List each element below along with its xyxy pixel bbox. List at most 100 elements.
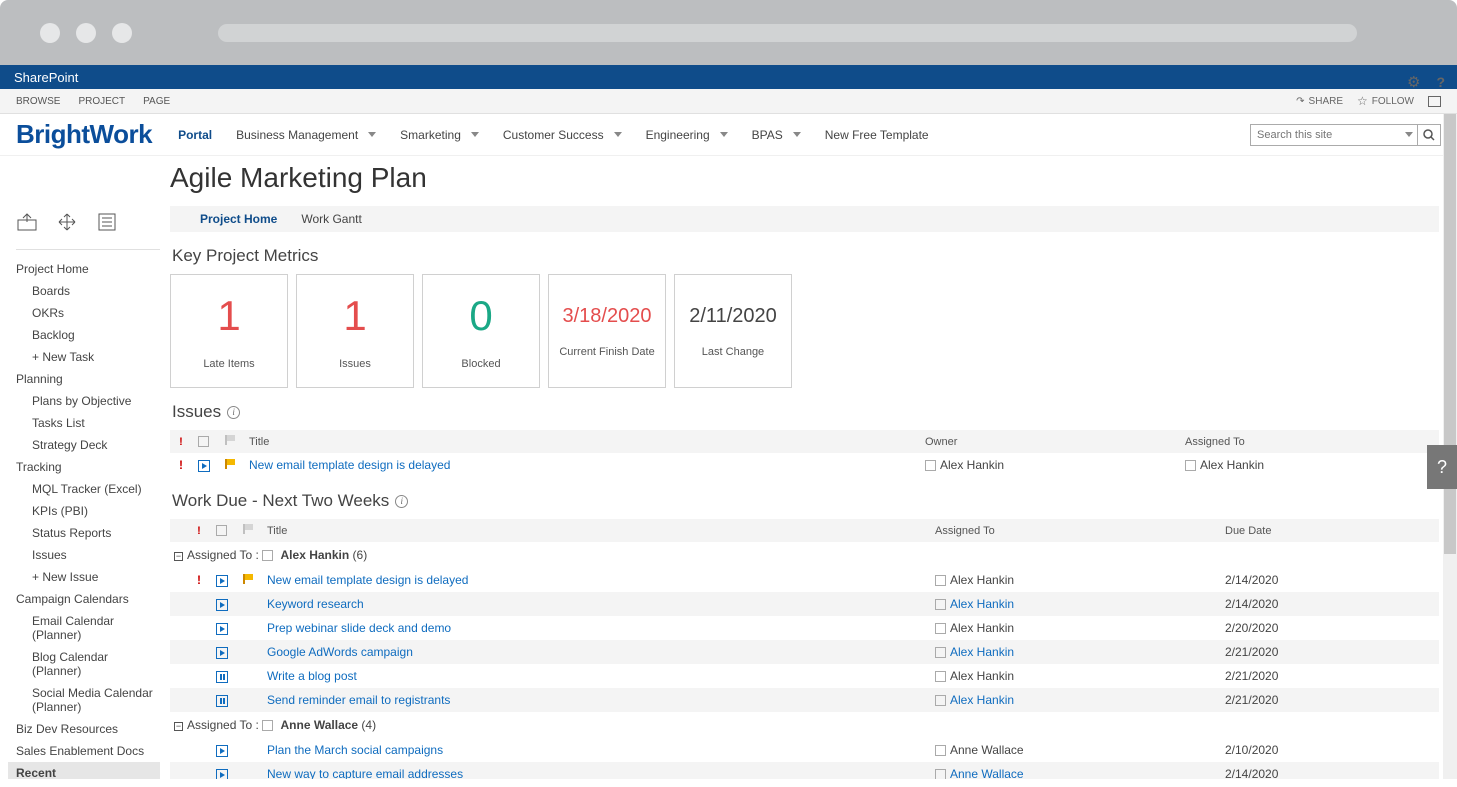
follow-button[interactable]: ☆FOLLOW bbox=[1357, 94, 1414, 108]
ribbon-tab-browse[interactable]: BROWSE bbox=[16, 96, 60, 107]
assigned-link[interactable]: Alex Hankin bbox=[950, 645, 1014, 659]
nav-item[interactable]: Portal bbox=[178, 128, 212, 142]
subtab[interactable]: Work Gantt bbox=[301, 212, 361, 226]
checkbox[interactable] bbox=[935, 575, 946, 586]
ribbon-tab-page[interactable]: PAGE bbox=[143, 96, 170, 107]
sidenav-item[interactable]: Tracking bbox=[16, 456, 160, 478]
nav-item[interactable]: Customer Success bbox=[503, 128, 622, 142]
work-row[interactable]: Prep webinar slide deck and demoAlex Han… bbox=[170, 616, 1439, 640]
brand-logo[interactable]: BrightWork bbox=[16, 119, 152, 150]
checkbox[interactable] bbox=[925, 460, 936, 471]
sidenav-item[interactable]: Blog Calendar (Planner) bbox=[16, 646, 160, 682]
select-all-checkbox[interactable] bbox=[216, 525, 227, 536]
search-button[interactable] bbox=[1418, 129, 1440, 141]
info-icon[interactable]: i bbox=[227, 406, 240, 419]
sidenav-item[interactable]: KPIs (PBI) bbox=[16, 500, 160, 522]
metric-card[interactable]: 1Issues bbox=[296, 274, 414, 388]
sidenav-item[interactable]: Email Calendar (Planner) bbox=[16, 610, 160, 646]
col-assigned[interactable]: Assigned To bbox=[1179, 430, 1439, 453]
sidenav-item[interactable]: Status Reports bbox=[16, 522, 160, 544]
sidenav-item[interactable]: + New Task bbox=[16, 346, 160, 368]
focus-button[interactable] bbox=[1428, 96, 1441, 107]
suite-title[interactable]: SharePoint bbox=[14, 70, 78, 85]
upload-icon[interactable] bbox=[16, 212, 38, 235]
nav-item[interactable]: New Free Template bbox=[825, 128, 929, 142]
list-icon[interactable] bbox=[96, 212, 118, 235]
sidenav-item[interactable]: MQL Tracker (Excel) bbox=[16, 478, 160, 500]
search-box[interactable] bbox=[1250, 124, 1441, 146]
subtab[interactable]: Project Home bbox=[200, 212, 277, 226]
col-assigned[interactable]: Assigned To bbox=[929, 519, 1219, 542]
work-row[interactable]: Plan the March social campaignsAnne Wall… bbox=[170, 738, 1439, 762]
checkbox[interactable] bbox=[262, 720, 273, 731]
priority-header-icon[interactable]: ! bbox=[176, 436, 186, 448]
sidenav-item[interactable]: Recent bbox=[8, 762, 160, 779]
col-title[interactable]: Title bbox=[243, 430, 919, 453]
sidenav-item[interactable]: Social Media Calendar (Planner) bbox=[16, 682, 160, 718]
sidenav-item[interactable]: Strategy Deck bbox=[16, 434, 160, 456]
work-title-link[interactable]: Write a blog post bbox=[267, 669, 357, 683]
search-input[interactable] bbox=[1251, 127, 1401, 143]
col-title[interactable]: Title bbox=[261, 519, 929, 542]
work-row[interactable]: !New email template design is delayedAle… bbox=[170, 568, 1439, 592]
priority-header-icon[interactable]: ! bbox=[194, 525, 204, 537]
sidenav-item[interactable]: + New Issue bbox=[16, 566, 160, 588]
work-title-link[interactable]: Prep webinar slide deck and demo bbox=[267, 621, 451, 635]
sidenav-item[interactable]: Plans by Objective bbox=[16, 390, 160, 412]
help-icon[interactable]: ? bbox=[1436, 74, 1445, 90]
work-title-link[interactable]: Send reminder email to registrants bbox=[267, 693, 450, 707]
sidenav-item[interactable]: Boards bbox=[16, 280, 160, 302]
sidenav-item[interactable]: Issues bbox=[16, 544, 160, 566]
metric-card[interactable]: 3/18/2020Current Finish Date bbox=[548, 274, 666, 388]
share-button[interactable]: ↷SHARE bbox=[1296, 96, 1343, 107]
select-all-checkbox[interactable] bbox=[198, 436, 209, 447]
ribbon-tab-project[interactable]: PROJECT bbox=[78, 96, 125, 107]
sidenav-item[interactable]: Biz Dev Resources bbox=[16, 718, 160, 740]
group-header[interactable]: −Assigned To : Anne Wallace (4) bbox=[170, 712, 1439, 738]
sidenav-item[interactable]: Tasks List bbox=[16, 412, 160, 434]
url-bar[interactable] bbox=[218, 24, 1357, 42]
work-title-link[interactable]: New email template design is delayed bbox=[267, 573, 468, 587]
assigned-link[interactable]: Alex Hankin bbox=[950, 597, 1014, 611]
assigned-link[interactable]: Anne Wallace bbox=[950, 767, 1024, 779]
work-title-link[interactable]: Keyword research bbox=[267, 597, 364, 611]
collapse-icon[interactable]: − bbox=[174, 552, 183, 561]
sidenav-item[interactable]: OKRs bbox=[16, 302, 160, 324]
gear-icon[interactable]: ⚙ bbox=[1407, 73, 1420, 91]
checkbox[interactable] bbox=[935, 671, 946, 682]
sidenav-item[interactable]: Campaign Calendars bbox=[16, 588, 160, 610]
sidenav-item[interactable]: Planning bbox=[16, 368, 160, 390]
col-due[interactable]: Due Date bbox=[1219, 519, 1439, 542]
info-icon[interactable]: i bbox=[395, 495, 408, 508]
checkbox[interactable] bbox=[935, 769, 946, 779]
assigned-link[interactable]: Alex Hankin bbox=[950, 693, 1014, 707]
work-row[interactable]: Keyword researchAlex Hankin2/14/2020 bbox=[170, 592, 1439, 616]
collapse-icon[interactable]: − bbox=[174, 722, 183, 731]
nav-item[interactable]: Business Management bbox=[236, 128, 376, 142]
metric-card[interactable]: 2/11/2020Last Change bbox=[674, 274, 792, 388]
checkbox[interactable] bbox=[1185, 460, 1196, 471]
work-title-link[interactable]: Plan the March social campaigns bbox=[267, 743, 443, 757]
nav-item[interactable]: BPAS bbox=[752, 128, 801, 142]
issue-title-link[interactable]: New email template design is delayed bbox=[249, 458, 450, 472]
work-row[interactable]: Send reminder email to registrants Alex H… bbox=[170, 688, 1439, 712]
checkbox[interactable] bbox=[262, 550, 273, 561]
search-scope-dropdown[interactable] bbox=[1401, 125, 1418, 145]
sidenav-item[interactable]: Sales Enablement Docs bbox=[16, 740, 160, 762]
col-owner[interactable]: Owner bbox=[919, 430, 1179, 453]
group-header[interactable]: −Assigned To : Alex Hankin (6) bbox=[170, 542, 1439, 568]
nav-item[interactable]: Engineering bbox=[646, 128, 728, 142]
checkbox[interactable] bbox=[935, 647, 946, 658]
checkbox[interactable] bbox=[935, 745, 946, 756]
sidenav-item[interactable]: Backlog bbox=[16, 324, 160, 346]
work-title-link[interactable]: Google AdWords campaign bbox=[267, 645, 413, 659]
checkbox[interactable] bbox=[935, 623, 946, 634]
checkbox[interactable] bbox=[935, 695, 946, 706]
help-tab[interactable]: ? bbox=[1427, 445, 1457, 489]
work-row[interactable]: Google AdWords campaignAlex Hankin2/21/2… bbox=[170, 640, 1439, 664]
issue-row[interactable]: !New email template design is delayedAle… bbox=[170, 453, 1439, 477]
metric-card[interactable]: 1Late Items bbox=[170, 274, 288, 388]
move-icon[interactable] bbox=[56, 212, 78, 235]
work-row[interactable]: New way to capture email addressesAnne W… bbox=[170, 762, 1439, 779]
metric-card[interactable]: 0Blocked bbox=[422, 274, 540, 388]
